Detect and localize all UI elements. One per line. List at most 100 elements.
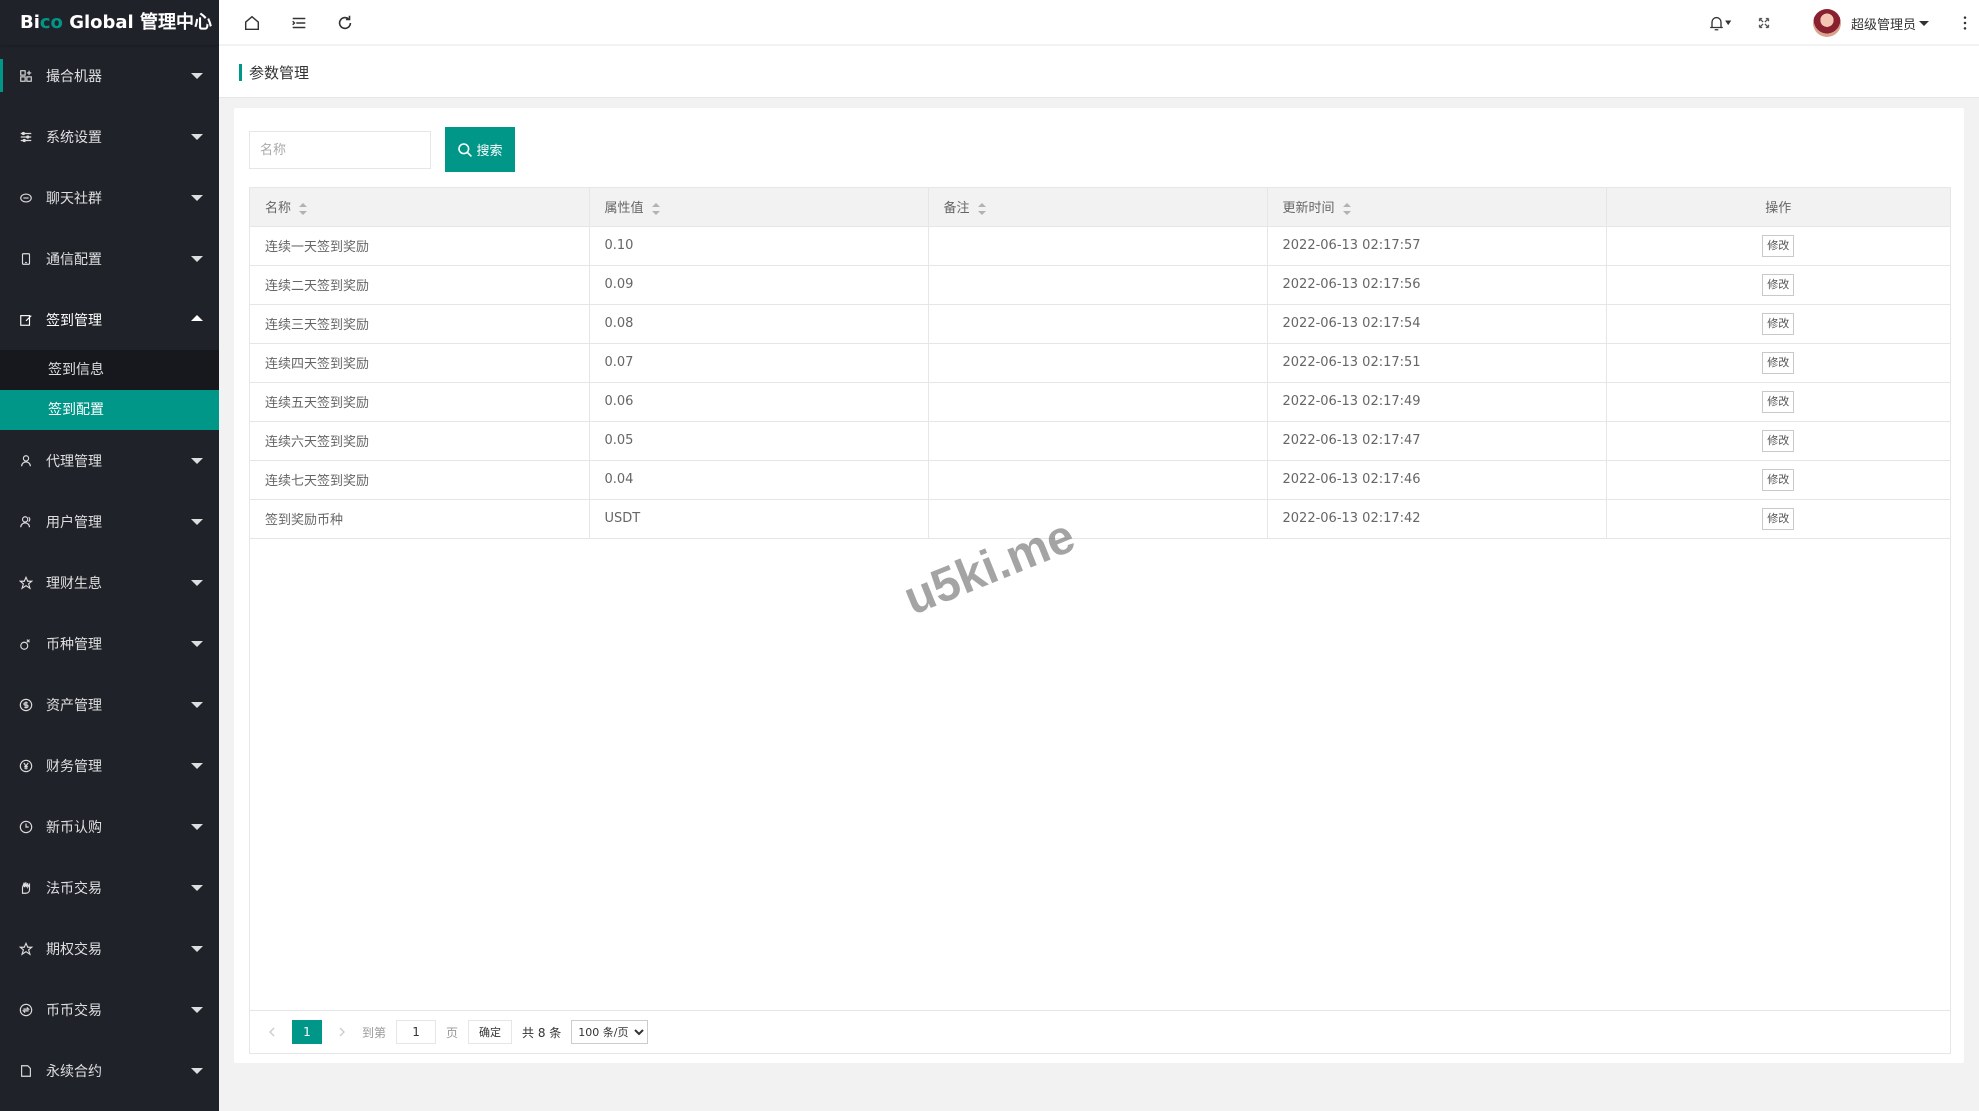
sort-icon[interactable] [977, 202, 986, 215]
phone-icon [18, 251, 34, 267]
edit-button[interactable]: 修改 [1762, 351, 1795, 374]
edit-button[interactable]: 修改 [1762, 507, 1795, 530]
cell-value: 0.08 [589, 304, 929, 344]
sidebar-item-after-8[interactable]: 期权交易 [0, 918, 219, 979]
sidebar-item-after-0[interactable]: 代理管理 [0, 430, 219, 491]
sidebar-item-after-4[interactable]: 资产管理 [0, 674, 219, 735]
star-icon [18, 941, 34, 957]
cell-value: 0.10 [589, 226, 929, 266]
prev-page-icon[interactable] [262, 1020, 282, 1044]
cell-name: 连续七天签到奖励 [250, 460, 590, 500]
cell-actions: 修改 [1606, 226, 1950, 266]
sidebar-item-after-1[interactable]: 用户管理 [0, 491, 219, 552]
next-page-icon[interactable] [332, 1020, 352, 1044]
goto-confirm-button[interactable]: 确定 [468, 1020, 513, 1044]
table-body: 连续一天签到奖励 0.10 2022-06-13 02:17:57 修改 连续二天签到奖… [250, 226, 1950, 539]
sidebar-item-3[interactable]: 通信配置 [0, 228, 219, 289]
cell-actions: 修改 [1606, 460, 1950, 500]
edit-button[interactable]: 修改 [1762, 429, 1795, 452]
more-vertical-icon[interactable] [1954, 12, 1976, 34]
sidebar-item-label: 签到管理 [46, 312, 102, 329]
search-input[interactable] [249, 131, 431, 169]
column-header[interactable]: 备注 [928, 188, 1268, 227]
column-header: 操作 [1606, 188, 1950, 227]
column-header[interactable]: 更新时间 [1267, 188, 1607, 227]
edit-button[interactable]: 修改 [1762, 234, 1795, 257]
search-button[interactable]: 搜索 [445, 127, 515, 172]
edit-button[interactable]: 修改 [1762, 312, 1795, 335]
sidebar-item-after-7[interactable]: 法币交易 [0, 857, 219, 918]
sidebar-item-label: 永续合约 [46, 1063, 102, 1080]
edit-button[interactable]: 修改 [1762, 390, 1795, 413]
cell-remark [928, 382, 1268, 422]
sidebar-item-label: 通信配置 [46, 251, 102, 268]
file-icon [18, 1063, 34, 1079]
edit-button[interactable]: 修改 [1762, 468, 1795, 491]
notification-bell-icon[interactable] [1703, 12, 1739, 34]
chevron-down-icon [191, 580, 203, 586]
user-name: 超级管理员 [1851, 17, 1917, 33]
sidebar-item-after-10[interactable]: 永续合约 [0, 1040, 219, 1101]
chevron-down-icon [191, 946, 203, 952]
home-icon[interactable] [241, 12, 263, 34]
sidebar-item-1[interactable]: 系统设置 [0, 106, 219, 167]
clock-icon [18, 819, 34, 835]
sidebar-submenu: 签到信息 签到配置 [0, 350, 219, 430]
sort-icon[interactable] [1342, 202, 1351, 215]
sort-icon[interactable] [651, 202, 660, 215]
title-accent-bar [239, 64, 242, 81]
sidebar-subitem-1[interactable]: 签到配置 [0, 390, 219, 430]
sidebar-item-after-2[interactable]: 理财生息 [0, 552, 219, 613]
chevron-down-icon [191, 519, 203, 525]
column-header[interactable]: 属性值 [589, 188, 929, 227]
edit-button[interactable]: 修改 [1762, 273, 1795, 296]
cell-value: 0.04 [589, 460, 929, 500]
cell-value: 0.07 [589, 343, 929, 383]
cell-actions: 修改 [1606, 382, 1950, 422]
sidebar-item-4[interactable]: 签到管理 [0, 289, 219, 350]
sidebar-item-label: 聊天社群 [46, 190, 102, 207]
column-header[interactable]: 名称 [250, 188, 590, 227]
fullscreen-icon[interactable] [1753, 12, 1775, 34]
table-row: 连续二天签到奖励 0.09 2022-06-13 02:17:56 修改 [250, 265, 1950, 305]
sidebar-item-0[interactable]: 撮合机器 [0, 45, 219, 106]
column-header-label: 操作 [1765, 201, 1792, 217]
sidebar-item-label: 币种管理 [46, 636, 102, 653]
table-row: 连续五天签到奖励 0.06 2022-06-13 02:17:49 修改 [250, 382, 1950, 422]
cell-remark [928, 421, 1268, 461]
dollar-icon [18, 697, 34, 713]
cell-name: 连续六天签到奖励 [250, 421, 590, 461]
params-table-container: 名称 属性值 备注 更新时间 操作 连续一天签到奖励 0.10 2022-06-13 02:… [249, 187, 1951, 1054]
cell-name: 连续五天签到奖励 [250, 382, 590, 422]
sidebar-item-label: 撮合机器 [46, 68, 102, 85]
chevron-down-icon [191, 195, 203, 201]
cell-name: 连续三天签到奖励 [250, 304, 590, 344]
sidebar-subitem-0[interactable]: 签到信息 [0, 350, 219, 390]
cell-updated: 2022-06-13 02:17:47 [1267, 421, 1607, 461]
sort-icon[interactable] [299, 202, 308, 215]
current-page[interactable]: 1 [292, 1020, 322, 1044]
hand-icon [18, 880, 34, 896]
user-icon [18, 453, 34, 469]
menu-toggle-icon[interactable] [288, 12, 310, 34]
goto-page-input[interactable] [396, 1020, 437, 1044]
sidebar-item-after-6[interactable]: 新币认购 [0, 796, 219, 857]
sidebar-item-label: 法币交易 [46, 880, 102, 897]
page-size-select[interactable]: 100 条/页 [571, 1020, 649, 1044]
top-header: 超级管理员 [219, 0, 1979, 45]
user-menu[interactable]: 超级管理员 [1813, 9, 1930, 37]
cell-actions: 修改 [1606, 499, 1950, 539]
cell-updated: 2022-06-13 02:17:54 [1267, 304, 1607, 344]
column-header-label: 备注 [943, 201, 970, 217]
sidebar-item-2[interactable]: 聊天社群 [0, 167, 219, 228]
sidebar-item-after-3[interactable]: 币种管理 [0, 613, 219, 674]
goto-label: 到第 [362, 1025, 387, 1040]
sidebar-item-after-9[interactable]: 币币交易 [0, 979, 219, 1040]
content-card: 搜索 名称 属性值 备注 更新时间 操作 连续一天签到奖励0.10 2022-06-13 … [234, 108, 1964, 1063]
sidebar-item-after-5[interactable]: 财务管理 [0, 735, 219, 796]
avatar [1813, 9, 1841, 37]
sliders-icon [18, 129, 34, 145]
sidebar-item-label: 理财生息 [46, 575, 102, 592]
table-header-row: 名称 属性值 备注 更新时间 操作 [250, 188, 1950, 227]
refresh-icon[interactable] [334, 12, 356, 34]
